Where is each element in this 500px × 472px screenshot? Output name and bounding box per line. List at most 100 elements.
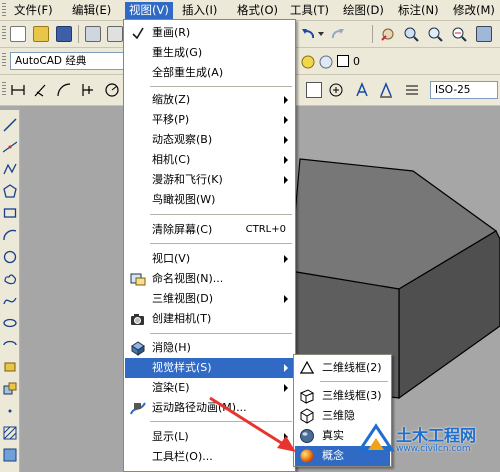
motion-path-icon — [130, 402, 146, 415]
aligned-dimension-icon[interactable] — [33, 82, 49, 98]
menu-tools[interactable]: 工具(T) — [286, 2, 333, 19]
menu-modify[interactable]: 修改(M) — [449, 2, 499, 19]
rectangle-icon[interactable] — [3, 206, 17, 220]
menu-item-label: 工具栏(O)... — [152, 450, 213, 463]
pan-icon[interactable] — [380, 26, 396, 42]
undo-icon[interactable] — [300, 26, 316, 42]
menu-item-display[interactable]: 显示(L) — [125, 427, 294, 447]
submenu-arrow-icon — [284, 433, 288, 441]
dimension-style-select[interactable]: ISO-25 — [430, 81, 498, 99]
redraw-icon — [132, 27, 144, 40]
menu-item-visual-styles[interactable]: 视觉样式(S) — [125, 358, 294, 378]
tolerance-icon[interactable] — [306, 82, 322, 98]
plot-preview-icon[interactable] — [107, 26, 123, 42]
menu-item-label: 渲染(E) — [152, 381, 190, 394]
menubar-grip[interactable] — [2, 3, 6, 17]
polyline-icon[interactable] — [3, 162, 17, 176]
menu-dimension[interactable]: 标注(N) — [394, 2, 443, 19]
line-icon[interactable] — [3, 118, 17, 132]
dimension-text-edit-icon[interactable] — [378, 82, 394, 98]
ellipse-arc-icon[interactable] — [3, 338, 17, 352]
menu-item-named-views[interactable]: 命名视图(N)... — [125, 269, 294, 289]
menu-item-pan[interactable]: 平移(P) — [125, 110, 294, 130]
menu-item-3d-views[interactable]: 三维视图(D) — [125, 289, 294, 309]
center-mark-icon[interactable] — [328, 82, 344, 98]
menu-item-3d-wireframe[interactable]: 三维线框(3) — [295, 386, 390, 406]
menu-format[interactable]: 格式(O) — [233, 2, 282, 19]
submenu-arrow-icon — [284, 96, 288, 104]
3d-wireframe-icon — [299, 389, 315, 404]
hatch-icon[interactable] — [3, 426, 17, 440]
dimension-edit-icon[interactable] — [354, 82, 370, 98]
menu-item-label: 三维视图(D) — [152, 292, 214, 305]
realistic-icon — [300, 429, 314, 443]
named-view-icon — [130, 273, 146, 286]
new-file-icon[interactable] — [10, 26, 26, 42]
save-icon[interactable] — [56, 26, 72, 42]
layer-color-swatch[interactable] — [337, 55, 349, 67]
menu-item-aerial-view[interactable]: 鸟瞰视图(W) — [125, 190, 294, 210]
redo-icon[interactable] — [330, 26, 346, 42]
menu-item-label: 相机(C) — [152, 153, 191, 166]
menu-item-label: 真实 — [322, 429, 344, 442]
revision-cloud-icon[interactable] — [3, 272, 17, 286]
radius-dimension-icon[interactable] — [104, 82, 120, 98]
polygon-icon[interactable] — [3, 184, 17, 198]
spline-icon[interactable] — [3, 294, 17, 308]
menu-item-redraw[interactable]: 重画(R) — [125, 23, 294, 43]
watermark-logo — [357, 423, 395, 452]
open-file-icon[interactable] — [33, 26, 49, 42]
layer-freeze-icon[interactable] — [318, 54, 334, 70]
menu-separator — [150, 86, 292, 87]
menu-file[interactable]: 文件(F) — [10, 2, 57, 19]
watermark-url: www.civilcn.com — [396, 444, 471, 454]
properties-icon[interactable] — [476, 26, 492, 42]
submenu-arrow-icon — [284, 176, 288, 184]
menu-separator — [150, 243, 292, 244]
zoom-window-icon[interactable] — [427, 26, 443, 42]
menu-item-2d-wireframe[interactable]: 二维线框(2) — [295, 358, 390, 378]
ellipse-icon[interactable] — [3, 316, 17, 330]
arc-length-icon[interactable] — [56, 82, 72, 98]
conceptual-icon — [300, 449, 314, 463]
gradient-icon[interactable] — [3, 448, 17, 462]
menu-item-walk-fly[interactable]: 漫游和飞行(K) — [125, 170, 294, 190]
insert-block-icon[interactable] — [3, 360, 17, 374]
arc-icon[interactable] — [3, 228, 17, 242]
print-icon[interactable] — [85, 26, 101, 42]
menu-item-label: 三维隐 — [322, 409, 355, 422]
point-icon[interactable] — [3, 404, 17, 418]
workspace-select[interactable]: AutoCAD 经典 — [10, 52, 126, 70]
layer-state-icon[interactable] — [300, 54, 316, 70]
menu-draw[interactable]: 绘图(D) — [339, 2, 388, 19]
menu-view[interactable]: 视图(V) — [125, 2, 173, 19]
watermark-title: 土木工程网 — [396, 426, 477, 445]
menu-item-zoom[interactable]: 缩放(Z) — [125, 90, 294, 110]
menu-item-orbit[interactable]: 动态观察(B) — [125, 130, 294, 150]
menu-item-clean-screen[interactable]: 清除屏幕(C) CTRL+0 — [125, 220, 294, 240]
dimension-update-icon[interactable] — [404, 82, 420, 98]
menu-item-motion-path[interactable]: 运动路径动画(M)... — [125, 398, 294, 418]
menu-item-render[interactable]: 渲染(E) — [125, 378, 294, 398]
make-block-icon[interactable] — [3, 382, 17, 396]
linear-dimension-icon[interactable] — [10, 82, 26, 98]
menu-insert[interactable]: 插入(I) — [178, 2, 221, 19]
layer-name[interactable]: 0 — [353, 53, 360, 71]
2d-wireframe-icon — [299, 360, 315, 374]
ordinate-dimension-icon[interactable] — [79, 82, 95, 98]
menu-item-toolbars[interactable]: 工具栏(O)... — [125, 447, 294, 467]
menu-item-regen-all[interactable]: 全部重生成(A) — [125, 63, 294, 83]
menu-edit[interactable]: 编辑(E) — [68, 2, 115, 19]
zoom-realtime-icon[interactable] — [403, 26, 419, 42]
view-menu: 重画(R) 重生成(G) 全部重生成(A) 缩放(Z) 平移(P) 动态观察(B… — [123, 19, 296, 472]
undo-dropdown-icon[interactable] — [318, 32, 324, 38]
circle-icon[interactable] — [3, 250, 17, 264]
menu-item-regen[interactable]: 重生成(G) — [125, 43, 294, 63]
menu-item-viewports[interactable]: 视口(V) — [125, 249, 294, 269]
menu-item-camera[interactable]: 相机(C) — [125, 150, 294, 170]
menu-item-label: 重画(R) — [152, 26, 191, 39]
zoom-previous-icon[interactable] — [451, 26, 467, 42]
menu-item-create-camera[interactable]: 创建相机(T) — [125, 309, 294, 329]
menu-item-hide[interactable]: 消隐(H) — [125, 338, 294, 358]
construction-line-icon[interactable] — [3, 140, 17, 154]
